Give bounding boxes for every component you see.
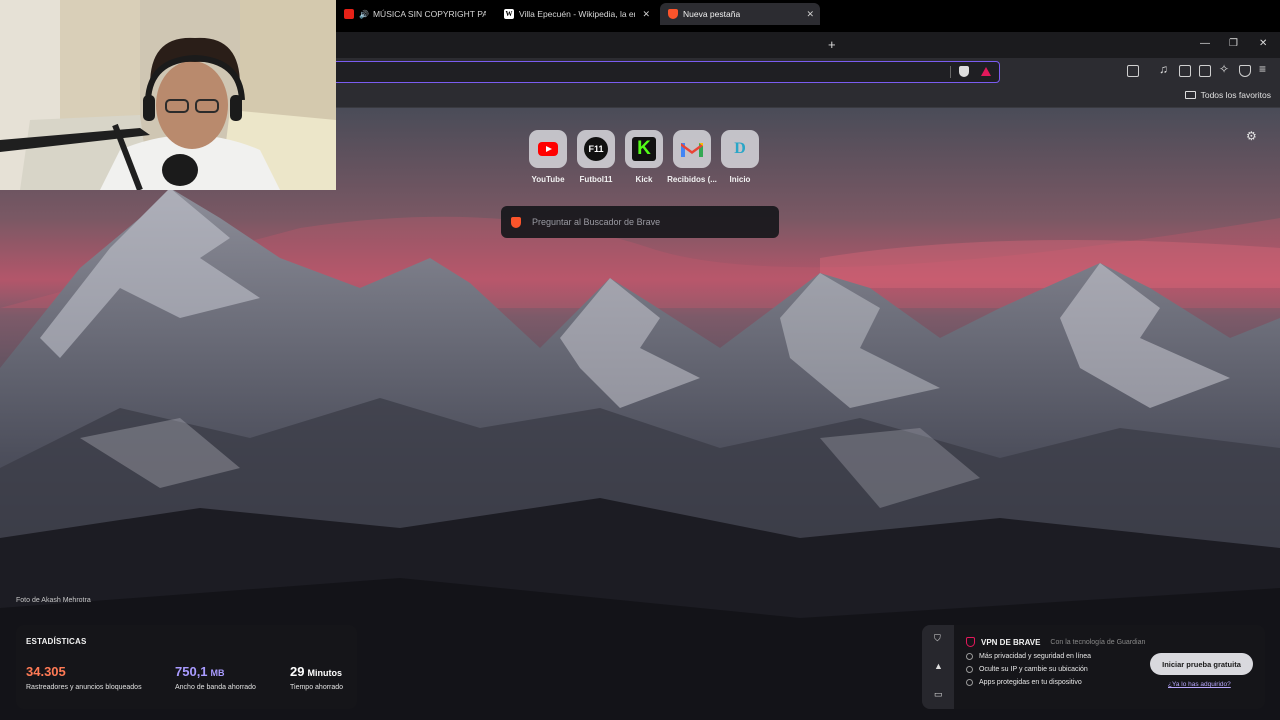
tab-wikipedia[interactable]: W Villa Epecuén - Wikipedia, la enciclop… [496, 3, 656, 25]
tab-title: Villa Epecuén - Wikipedia, la encicloped… [519, 9, 635, 19]
time-unit: Minutos [307, 668, 342, 678]
vpn-powered-by: Con la tecnología de Guardian [1050, 638, 1146, 646]
stat-time: 29 Minutos Tiempo ahorrado [290, 663, 343, 691]
disney-plus-icon: D [734, 140, 746, 157]
reader-mode-icon[interactable] [1127, 65, 1139, 77]
check-icon [966, 653, 973, 660]
speaker-icon[interactable]: 🔊 [359, 10, 369, 19]
menu-icon[interactable]: ≡ [1259, 62, 1266, 76]
vpn-shield-icon[interactable]: ⛉ [934, 633, 941, 644]
brave-rewards-icon[interactable] [981, 67, 991, 76]
vpn-feature: Apps protegidas en tu dispositivo [966, 679, 1082, 686]
youtube-icon [344, 9, 354, 19]
vpn-feature-text: Más privacidad y seguridad en línea [979, 653, 1092, 660]
folder-icon [1184, 91, 1196, 99]
bandwidth-value: 750,1 [175, 664, 208, 679]
futbol11-icon: F11 [584, 137, 608, 161]
top-site-youtube[interactable]: YouTube [524, 130, 572, 184]
leo-ai-icon[interactable]: ✧ [1219, 62, 1229, 76]
top-site-futbol11[interactable]: F11 Futbol11 [572, 130, 620, 184]
customize-gear-icon[interactable]: ⚙ [1246, 129, 1257, 143]
top-site-label: Inicio [729, 175, 751, 184]
rewards-triangle-icon[interactable]: ▲ [934, 661, 943, 671]
all-bookmarks-button[interactable]: Todos los favoritos [1184, 90, 1271, 100]
bandwidth-unit: MB [210, 668, 225, 678]
vpn-feature: Más privacidad y seguridad en línea [966, 653, 1091, 660]
vpn-feature-text: Oculte su IP y cambie su ubicación [979, 666, 1088, 673]
stats-title: ESTADÍSTICAS [26, 637, 87, 646]
check-icon [966, 666, 973, 673]
tab-youtube-music[interactable]: 🔊 MÚSICA SIN COPYRIGHT PARA JUEGOS [336, 3, 494, 25]
bandwidth-label: Ancho de banda ahorrado [175, 684, 256, 691]
vpn-widget: ⛉ ▲ ▭ VPN DE BRAVE Con la tecnología de … [922, 625, 1265, 709]
top-site-label: YouTube [531, 175, 565, 184]
time-value: 29 [290, 664, 305, 679]
webcam-overlay [0, 0, 336, 190]
close-tab-icon[interactable]: ✕ [642, 9, 650, 20]
photo-credit: Foto de Akash Mehrotra [16, 597, 91, 604]
gmail-icon [681, 143, 703, 157]
sidebar-icon[interactable] [1179, 65, 1191, 77]
trackers-value: 34.305 [26, 664, 66, 679]
start-trial-button[interactable]: Iniciar prueba gratuita [1150, 653, 1253, 675]
stat-bandwidth: 750,1 MB Ancho de banda ahorrado [175, 663, 256, 691]
widget-sidebar: ⛉ ▲ ▭ [922, 625, 954, 709]
talk-camera-icon[interactable]: ▭ [934, 689, 943, 700]
wallet-icon[interactable] [1199, 65, 1211, 77]
top-sites: YouTube F11 Futbol11 K Kick Recibidos (.… [524, 130, 764, 184]
tab-title: MÚSICA SIN COPYRIGHT PARA JUEGOS [372, 9, 486, 19]
restore-button[interactable]: ❐ [1229, 38, 1238, 49]
wikipedia-icon: W [504, 9, 514, 19]
top-site-gmail[interactable]: Recibidos (... [667, 130, 717, 184]
top-site-kick[interactable]: K Kick [620, 130, 668, 184]
already-purchased-link[interactable]: ¿Ya lo has adquirido? [1168, 681, 1231, 688]
address-bar[interactable] [320, 61, 1000, 83]
vpn-title: VPN DE BRAVE [981, 637, 1041, 647]
top-site-label: Kick [635, 175, 653, 184]
vpn-shield-icon[interactable] [1239, 65, 1251, 77]
all-bookmarks-label: Todos los favoritos [1200, 90, 1271, 100]
new-tab-button[interactable]: + [828, 37, 836, 52]
kick-icon: K [632, 137, 656, 161]
tab-new-tab[interactable]: Nueva pestaña ✕ [660, 3, 820, 25]
tab-title: Nueva pestaña [683, 9, 741, 19]
vpn-feature: Oculte su IP y cambie su ubicación [966, 666, 1088, 673]
brave-icon [668, 9, 678, 19]
brave-shields-icon[interactable] [959, 66, 969, 77]
brave-search-box[interactable]: Preguntar al Buscador de Brave [501, 206, 779, 238]
minimize-button[interactable]: — [1200, 38, 1210, 49]
vpn-logo-icon [966, 637, 975, 647]
search-placeholder: Preguntar al Buscador de Brave [532, 217, 661, 227]
music-icon[interactable]: ♫ [1159, 62, 1168, 76]
stats-widget: ESTADÍSTICAS 34.305 Rastreadores y anunc… [16, 625, 357, 709]
stat-trackers: 34.305 Rastreadores y anuncios bloqueado… [26, 663, 142, 691]
close-tab-icon[interactable]: ✕ [806, 9, 814, 20]
time-label: Tiempo ahorrado [290, 684, 344, 691]
check-icon [966, 679, 973, 686]
trackers-label: Rastreadores y anuncios bloqueados [26, 684, 142, 691]
close-window-button[interactable]: ✕ [1259, 38, 1267, 49]
vpn-feature-text: Apps protegidas en tu dispositivo [979, 679, 1082, 686]
address-separator [950, 66, 951, 78]
youtube-icon [538, 142, 558, 156]
top-site-disney-plus[interactable]: D Inicio [716, 130, 764, 184]
top-site-label: Recibidos (... [667, 175, 717, 184]
top-site-label: Futbol11 [579, 175, 613, 184]
vpn-header: VPN DE BRAVE Con la tecnología de Guardi… [966, 637, 1145, 647]
brave-search-icon [511, 216, 521, 228]
